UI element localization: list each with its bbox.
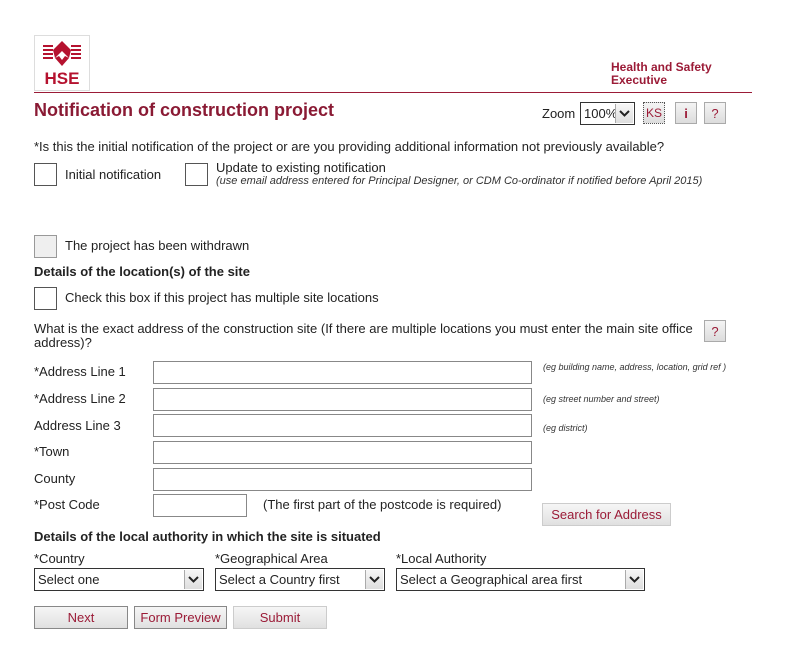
chevron-down-icon xyxy=(625,570,643,589)
postcode-label: *Post Code xyxy=(34,497,100,512)
chevron-down-icon xyxy=(365,570,383,589)
county-label: County xyxy=(34,471,76,486)
local-authority-label: *Local Authority xyxy=(396,551,487,566)
org-line-2: Executive xyxy=(611,73,668,87)
project-withdrawn-label: The project has been withdrawn xyxy=(65,238,250,253)
country-value: Select one xyxy=(38,572,100,587)
chevron-down-icon xyxy=(615,104,633,123)
town-input[interactable] xyxy=(153,441,532,464)
address-line-3-input[interactable] xyxy=(153,414,532,437)
initial-notification-label: Initial notification xyxy=(65,167,162,182)
authority-heading: Details of the local authority in which … xyxy=(34,529,381,544)
update-notification-note: (use email address entered for Principal… xyxy=(216,175,703,187)
town-label: *Town xyxy=(34,444,70,459)
form-preview-button[interactable]: Form Preview xyxy=(134,606,227,629)
geographical-area-value: Select a Country first xyxy=(219,572,340,587)
geographical-area-label: *Geographical Area xyxy=(215,551,328,566)
notification-question: *Is this the initial notification of the… xyxy=(34,139,665,154)
search-address-button[interactable]: Search for Address xyxy=(542,503,671,526)
page-title: Notification of construction project xyxy=(34,100,334,120)
multiple-locations-label: Check this box if this project has multi… xyxy=(65,290,379,305)
address-line-2-hint: (eg street number and street) xyxy=(543,394,660,404)
organisation-name: Health and Safety Executive xyxy=(611,61,712,87)
address-line-3-label: Address Line 3 xyxy=(34,418,121,433)
update-notification-checkbox[interactable] xyxy=(185,163,208,186)
local-authority-select[interactable]: Select a Geographical area first xyxy=(396,568,645,591)
help-button[interactable]: ? xyxy=(704,102,726,124)
address-line-1-label: *Address Line 1 xyxy=(34,364,126,379)
svg-text:HSE: HSE xyxy=(45,69,80,88)
submit-button[interactable]: Submit xyxy=(233,606,327,629)
project-withdrawn-checkbox[interactable] xyxy=(34,235,57,258)
postcode-input[interactable] xyxy=(153,494,247,517)
next-button[interactable]: Next xyxy=(34,606,128,629)
address-help-button[interactable]: ? xyxy=(704,320,726,342)
address-line-1-hint: (eg building name, address, location, gr… xyxy=(543,362,727,372)
initial-notification-checkbox[interactable] xyxy=(34,163,57,186)
zoom-label: Zoom xyxy=(542,106,576,121)
hse-logo-icon: HSE xyxy=(43,41,81,88)
local-authority-value: Select a Geographical area first xyxy=(400,572,583,587)
chevron-down-icon xyxy=(184,570,202,589)
country-label: *Country xyxy=(34,551,85,566)
zoom-select[interactable]: 100% xyxy=(580,102,635,125)
location-heading: Details of the location(s) of the site xyxy=(34,264,250,279)
address-question: What is the exact address of the constru… xyxy=(34,321,693,350)
header-divider xyxy=(34,92,752,93)
address-line-2-label: *Address Line 2 xyxy=(34,391,126,406)
postcode-note: (The first part of the postcode is requi… xyxy=(263,497,502,512)
keyboard-shortcuts-button[interactable]: KS xyxy=(643,102,665,124)
update-notification-label: Update to existing notification xyxy=(216,160,386,175)
county-input[interactable] xyxy=(153,468,532,491)
hse-logo: HSE xyxy=(34,35,90,91)
geographical-area-select[interactable]: Select a Country first xyxy=(215,568,385,591)
country-select[interactable]: Select one xyxy=(34,568,204,591)
info-button[interactable]: i xyxy=(675,102,697,124)
address-line-2-input[interactable] xyxy=(153,388,532,411)
address-line-1-input[interactable] xyxy=(153,361,532,384)
address-line-3-hint: (eg district) xyxy=(543,423,588,433)
multiple-locations-checkbox[interactable] xyxy=(34,287,57,310)
zoom-value: 100% xyxy=(584,106,618,121)
